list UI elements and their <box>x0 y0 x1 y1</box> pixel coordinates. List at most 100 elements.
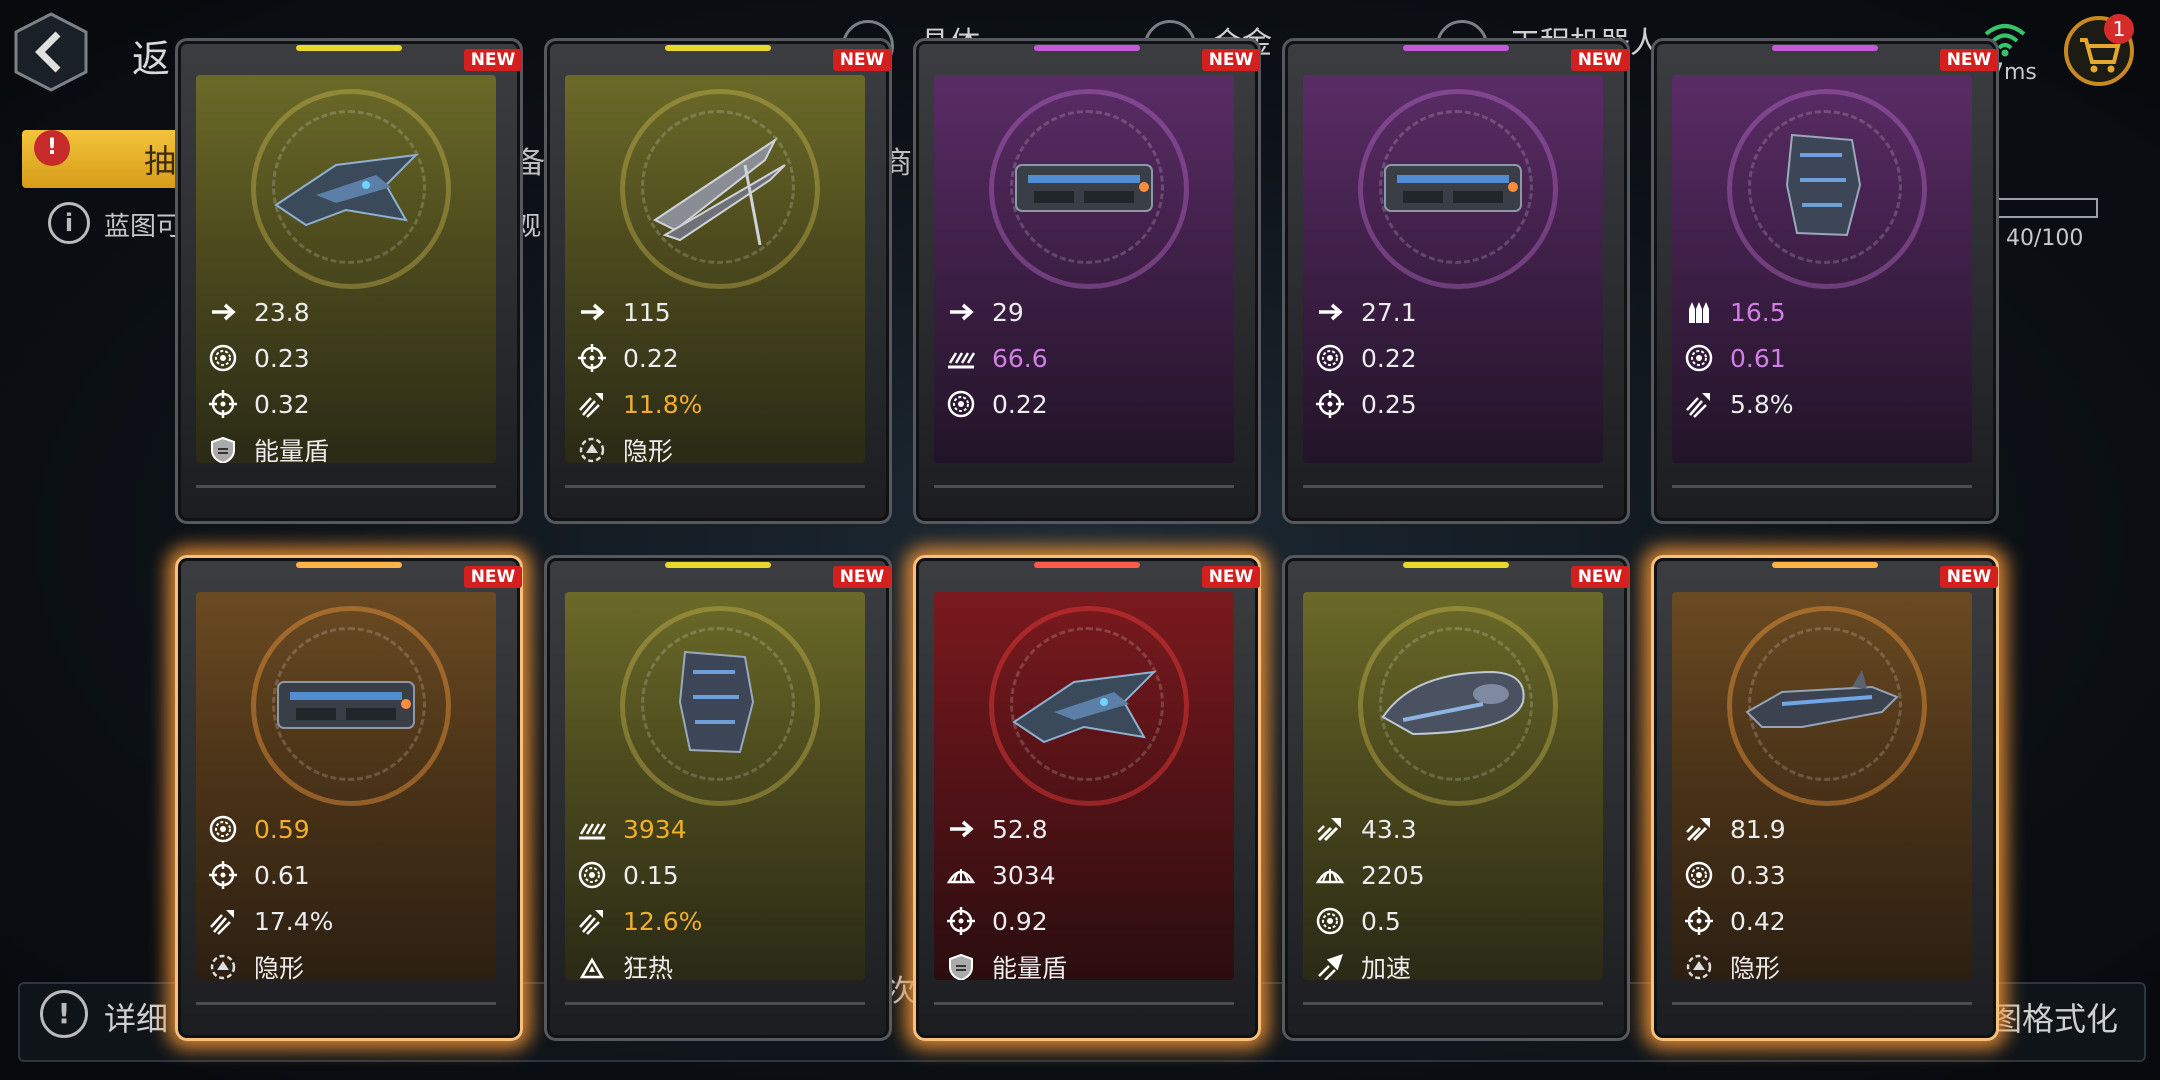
stat-value: 隐形 <box>623 437 674 463</box>
card-base-plate <box>1672 1002 1972 1021</box>
fire-rate-icon <box>206 812 240 846</box>
accuracy-icon <box>575 341 609 375</box>
stat-value: 16.5 <box>1730 297 1786 327</box>
card-panel: 115 0.22 11.8% 隐形 <box>565 75 865 463</box>
stat-value: 0.33 <box>1730 860 1786 890</box>
speed-icon <box>944 812 978 846</box>
capsule-ship-icon <box>1373 642 1533 762</box>
card-panel: 81.9 0.33 0.42 隐形 <box>1672 592 1972 980</box>
format-blueprint-button[interactable]: 图格式化 <box>1990 994 2118 1040</box>
fire-rate-icon <box>575 858 609 892</box>
boost-icon <box>1313 950 1347 980</box>
reward-card[interactable]: NEW 27.1 0.22 0.25 <box>1282 38 1630 524</box>
rarity-indicator <box>1403 562 1509 568</box>
stat-row: 能量盾 <box>206 427 486 463</box>
fire-rate-icon <box>1313 904 1347 938</box>
stat-value: 0.59 <box>254 814 310 844</box>
armor-icon <box>944 858 978 892</box>
stat-row: 43.3 <box>1313 806 1593 852</box>
shield-icon <box>944 950 978 980</box>
stat-row: 0.92 <box>944 898 1224 944</box>
stat-row: 0.61 <box>1682 335 1962 381</box>
cruiser-ship-icon <box>266 642 426 762</box>
stat-list: 0.59 0.61 17.4% 隐形 <box>206 806 486 980</box>
stat-value: 27.1 <box>1361 297 1417 327</box>
stat-value: 0.42 <box>1730 906 1786 936</box>
stat-row: 3934 <box>575 806 855 852</box>
detail-info-icon[interactable]: ! <box>40 990 88 1038</box>
rarity-indicator <box>665 45 771 51</box>
stat-row: 66.6 <box>944 335 1224 381</box>
fire-rate-icon <box>1682 858 1716 892</box>
reward-card[interactable]: NEW 43.3 2205 0.5 加速 <box>1282 555 1630 1041</box>
reward-card[interactable]: NEW 23.8 0.23 0.32 能量盾 <box>175 38 523 524</box>
stat-list: 23.8 0.23 0.32 能量盾 <box>206 289 486 463</box>
reward-card[interactable]: NEW 52.8 3034 0.92 能量盾 <box>913 555 1261 1041</box>
accuracy-icon <box>206 858 240 892</box>
missile-icon <box>1313 812 1347 846</box>
stat-value: 隐形 <box>254 954 305 980</box>
pod-ship-icon <box>1742 125 1902 245</box>
new-badge: NEW <box>1202 49 1260 71</box>
info-icon[interactable]: i <box>48 202 90 244</box>
stat-row: 0.59 <box>206 806 486 852</box>
card-base-plate <box>934 485 1234 504</box>
frenzy-icon <box>575 950 609 980</box>
stat-row: 29 <box>944 289 1224 335</box>
stat-row: 加速 <box>1313 944 1593 980</box>
fire-rate-icon <box>1313 341 1347 375</box>
missile-icon <box>1682 812 1716 846</box>
new-badge: NEW <box>464 49 522 71</box>
rarity-indicator <box>665 562 771 568</box>
stat-value: 0.32 <box>254 389 310 419</box>
rarity-indicator <box>296 45 402 51</box>
stat-list: 81.9 0.33 0.42 隐形 <box>1682 806 1962 980</box>
stat-value: 能量盾 <box>992 954 1068 980</box>
destroyer-ship-icon <box>1742 642 1902 762</box>
stat-value: 3034 <box>992 860 1056 890</box>
reward-card[interactable]: NEW 81.9 0.33 0.42 隐形 <box>1651 555 1999 1041</box>
new-badge: NEW <box>833 49 891 71</box>
reward-card[interactable]: NEW 115 0.22 11.8% 隐形 <box>544 38 892 524</box>
stat-row: 0.22 <box>1313 335 1593 381</box>
fire-rate-icon <box>1682 341 1716 375</box>
new-badge: NEW <box>833 566 891 588</box>
stat-value: 81.9 <box>1730 814 1786 844</box>
tab-draw-label: 抽 <box>144 142 177 180</box>
card-panel: 43.3 2205 0.5 加速 <box>1303 592 1603 980</box>
stat-value: 0.61 <box>254 860 310 890</box>
fighter-ship-icon <box>266 125 426 245</box>
reward-card[interactable]: NEW 3934 0.15 12.6% 狂热 <box>544 555 892 1041</box>
new-badge: NEW <box>1940 49 1998 71</box>
stat-value: 29 <box>992 297 1024 327</box>
card-panel: 3934 0.15 12.6% 狂热 <box>565 592 865 980</box>
stat-list: 115 0.22 11.8% 隐形 <box>575 289 855 463</box>
cruiser-ship-icon <box>1004 125 1164 245</box>
stat-value: 3934 <box>623 814 687 844</box>
stat-value: 2205 <box>1361 860 1425 890</box>
reward-card[interactable]: NEW 16.5 0.61 5.8% <box>1651 38 1999 524</box>
card-panel: 52.8 3034 0.92 能量盾 <box>934 592 1234 980</box>
card-base-plate <box>1303 1002 1603 1021</box>
cruiser-ship-icon <box>1373 125 1533 245</box>
crit-icon <box>206 904 240 938</box>
rarity-indicator <box>296 562 402 568</box>
stealth-icon <box>575 433 609 463</box>
stat-value: 0.92 <box>992 906 1048 936</box>
stat-row: 能量盾 <box>944 944 1224 980</box>
stat-row: 16.5 <box>1682 289 1962 335</box>
stat-row: 隐形 <box>575 427 855 463</box>
stat-row: 27.1 <box>1313 289 1593 335</box>
card-panel: 23.8 0.23 0.32 能量盾 <box>196 75 496 463</box>
stat-row: 隐形 <box>206 944 486 980</box>
reward-card[interactable]: NEW 0.59 0.61 17.4% 隐形 <box>175 555 523 1041</box>
stat-row: 12.6% <box>575 898 855 944</box>
stat-value: 11.8% <box>623 389 703 419</box>
new-badge: NEW <box>1202 566 1260 588</box>
crit-icon <box>1682 387 1716 421</box>
detail-button[interactable]: 详细 <box>104 994 168 1040</box>
stat-value: 0.22 <box>623 343 679 373</box>
speed-icon <box>575 295 609 329</box>
back-button[interactable] <box>14 12 88 92</box>
reward-card[interactable]: NEW 29 66.6 0.22 <box>913 38 1261 524</box>
